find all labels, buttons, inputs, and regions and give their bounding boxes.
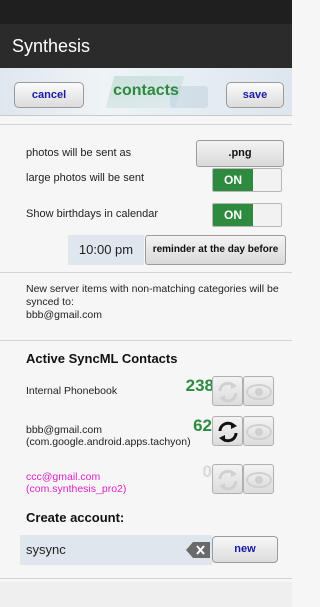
view-button[interactable] [243,416,274,446]
eye-icon [246,424,272,440]
cancel-button[interactable]: cancel [14,82,84,108]
account-name: ccc@gmail.com (com.synthesis_pro2) [26,471,127,495]
large-photos-toggle-state: ON [213,169,253,191]
sync-icon [218,469,238,491]
account-name: Internal Phonebook [26,385,118,397]
account-name-input-value: sysync [26,542,66,557]
divider [0,578,292,579]
info-text: New server items with non-matching categ… [26,283,279,321]
bottom-area [0,582,292,607]
eye-icon [246,472,272,488]
photo-format-label: photos will be sent as [26,147,132,159]
photo-format-button[interactable]: .png [196,140,284,167]
account-name-input[interactable]: sysync [20,535,212,565]
status-bar [0,0,292,24]
app-title: Synthesis [12,36,91,56]
birthdays-toggle[interactable]: ON [212,203,282,227]
eye-icon [246,384,272,400]
reminder-button[interactable]: reminder at the day before [145,235,286,265]
contact-count: 238 [185,376,214,395]
sync-button[interactable] [212,416,243,446]
sync-icon [218,381,238,403]
active-section-title: Active SyncML Contacts [26,351,178,366]
divider [0,340,292,341]
sync-button[interactable] [212,464,243,494]
new-account-button[interactable]: new [212,536,278,563]
toggle-knob [253,204,281,226]
toggle-knob [253,169,281,191]
clear-icon[interactable] [186,541,210,559]
view-button[interactable] [243,376,274,406]
contact-count: 62 [193,416,212,435]
divider [0,272,292,273]
view-button[interactable] [243,464,274,494]
contacts-header: contacts cancel save [0,68,292,116]
create-account-title: Create account: [26,510,125,525]
birthdays-toggle-state: ON [213,204,253,226]
reminder-time-picker[interactable]: 10:00 pm [68,235,144,265]
divider [0,124,292,125]
account-name: bbb@gmail.com (com.google.android.apps.t… [26,424,191,448]
save-button[interactable]: save [226,82,284,108]
birthdays-label: Show birthdays in calendar [26,208,159,220]
large-photos-label: large photos will be sent [26,172,145,184]
large-photos-toggle[interactable]: ON [212,168,282,192]
contact-count: 0 [202,462,212,481]
app-bar: Synthesis [0,24,292,68]
sync-icon [218,421,238,443]
sync-button[interactable] [212,376,243,406]
